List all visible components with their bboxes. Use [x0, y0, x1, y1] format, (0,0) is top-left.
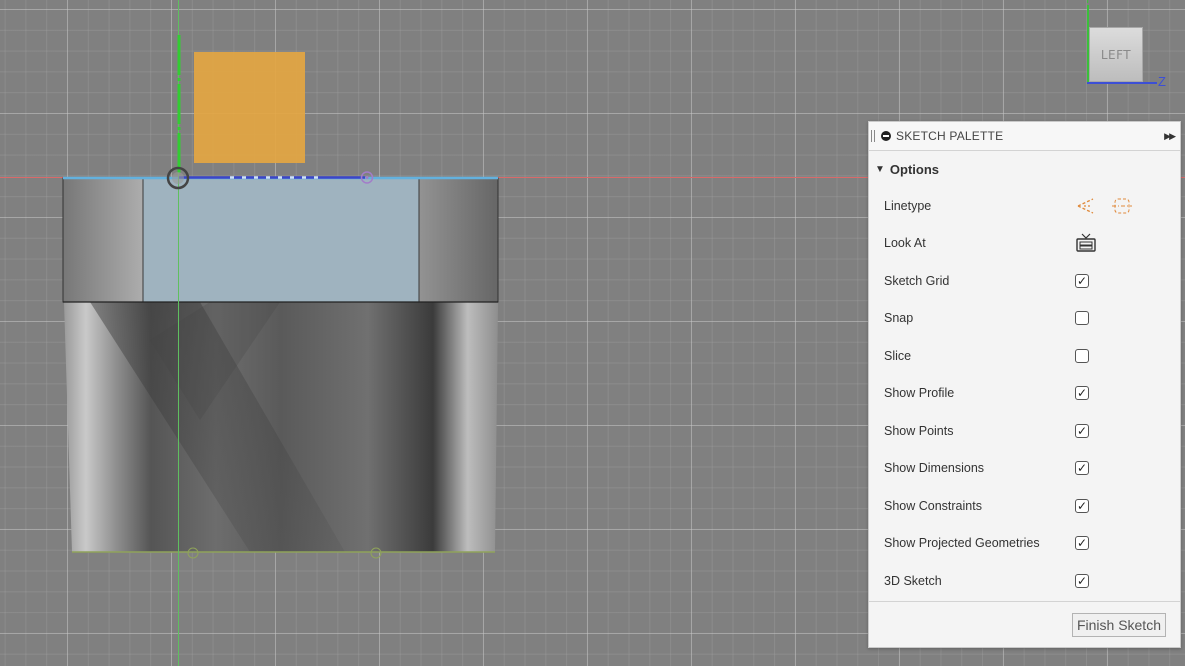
show-dimensions-checkbox[interactable]: ✓: [1075, 461, 1089, 476]
viewcube[interactable]: Y Z LEFT: [1080, 0, 1185, 100]
expand-arrows-icon[interactable]: ▶▶: [1164, 131, 1176, 142]
viewcube-left-face[interactable]: LEFT: [1089, 27, 1143, 82]
palette-title: SKETCH PALETTE: [896, 129, 1004, 143]
viewcube-z-label: Z: [1158, 74, 1166, 89]
triangle-down-icon: ▼: [875, 163, 885, 175]
option-row-show-constraints: Show Constraints ✓: [869, 487, 1180, 525]
option-control: [1075, 232, 1097, 254]
show-points-checkbox[interactable]: ✓: [1075, 423, 1089, 438]
show-projected-geometries-checkbox[interactable]: ✓: [1075, 536, 1089, 551]
option-label: Linetype: [884, 198, 932, 213]
option-label: Show Constraints: [884, 498, 982, 513]
option-control: ✓: [1075, 423, 1089, 438]
option-label: Show Points: [884, 423, 954, 438]
option-control: ✓: [1075, 273, 1089, 288]
option-row-show-points: Show Points ✓: [869, 412, 1180, 450]
viewcube-y-label: Y: [1084, 0, 1092, 6]
option-control: ✓: [1075, 498, 1089, 513]
option-label: Show Projected Geometries: [884, 536, 1040, 551]
option-control: [1075, 311, 1089, 326]
sketch-grid-checkbox[interactable]: ✓: [1075, 273, 1089, 288]
viewcube-z-axis: [1087, 82, 1157, 84]
slice-checkbox[interactable]: [1075, 348, 1089, 363]
look-at-icon[interactable]: [1075, 232, 1097, 254]
option-row-look-at: Look At: [869, 225, 1180, 263]
sketch-profile[interactable]: [194, 52, 305, 163]
option-control: ✓: [1075, 573, 1089, 588]
option-label: Snap: [884, 311, 914, 326]
sketch-palette: SKETCH PALETTE ▶▶ ▼ Options Linetype Look…: [868, 121, 1181, 648]
option-row-snap: Snap: [869, 300, 1180, 338]
option-label: Look At: [884, 236, 926, 251]
3d-sketch-checkbox[interactable]: ✓: [1075, 573, 1089, 588]
option-row-3d-sketch: 3D Sketch ✓: [869, 562, 1180, 600]
option-label: Show Profile: [884, 386, 955, 401]
option-control: ✓: [1075, 536, 1089, 551]
option-control: [1075, 195, 1133, 217]
option-row-linetype: Linetype: [869, 187, 1180, 225]
palette-header[interactable]: SKETCH PALETTE ▶▶: [869, 122, 1180, 151]
option-label: Show Dimensions: [884, 461, 985, 476]
options-list: Linetype Look At Sketch Grid ✓ Snap Slice Show…: [869, 187, 1180, 600]
palette-footer: Finish Sketch: [869, 601, 1180, 647]
option-row-sketch-grid: Sketch Grid ✓: [869, 262, 1180, 300]
options-section-title: Options: [889, 161, 940, 177]
option-label: 3D Sketch: [884, 573, 942, 588]
option-row-show-projected-geometries: Show Projected Geometries ✓: [869, 525, 1180, 563]
model-body[interactable]: [62, 177, 499, 553]
construction-line-icon[interactable]: [1075, 195, 1097, 217]
option-control: [1075, 348, 1089, 363]
centerline-icon[interactable]: [1111, 195, 1133, 217]
option-control: ✓: [1075, 461, 1089, 476]
finish-sketch-button[interactable]: Finish Sketch: [1071, 613, 1166, 637]
collapse-icon[interactable]: [881, 131, 891, 141]
snap-checkbox[interactable]: [1075, 311, 1089, 326]
option-label: Slice: [884, 348, 912, 363]
option-label: Sketch Grid: [884, 273, 950, 288]
option-row-slice: Slice: [869, 337, 1180, 375]
option-row-show-profile: Show Profile ✓: [869, 375, 1180, 413]
show-constraints-checkbox[interactable]: ✓: [1075, 498, 1089, 513]
options-section-toggle[interactable]: ▼ Options: [869, 151, 1180, 187]
option-row-show-dimensions: Show Dimensions ✓: [869, 450, 1180, 488]
show-profile-checkbox[interactable]: ✓: [1075, 386, 1089, 401]
drag-handle-icon[interactable]: [871, 130, 875, 142]
option-control: ✓: [1075, 386, 1089, 401]
